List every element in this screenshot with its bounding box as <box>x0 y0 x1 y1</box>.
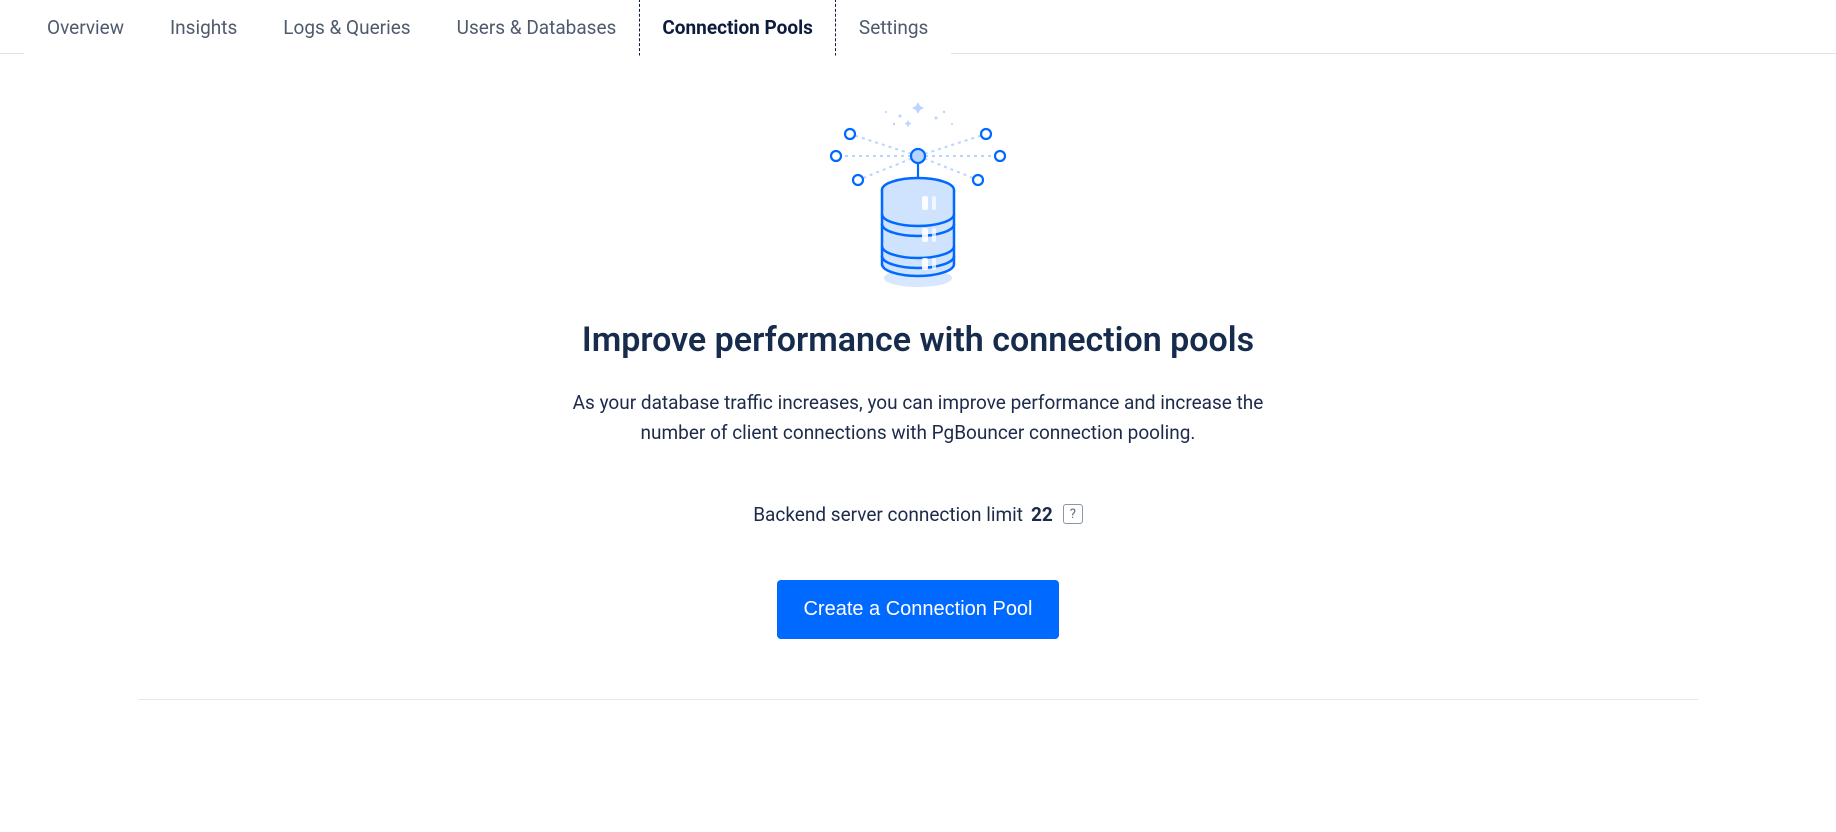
tab-overview[interactable]: Overview <box>24 0 147 56</box>
tab-insights[interactable]: Insights <box>147 0 260 56</box>
database-cluster-icon <box>818 94 1018 294</box>
tab-bar: Overview Insights Logs & Queries Users &… <box>0 0 1836 54</box>
tab-logs-queries[interactable]: Logs & Queries <box>260 0 433 56</box>
connection-limit-label: Backend server connection limit <box>753 503 1023 526</box>
empty-state-heading: Improve performance with connection pool… <box>582 320 1254 360</box>
connection-limit-value: 22 <box>1031 503 1053 526</box>
tab-connection-pools[interactable]: Connection Pools <box>639 0 836 56</box>
empty-state-description: As your database traffic increases, you … <box>538 388 1298 449</box>
empty-state-panel: Improve performance with connection pool… <box>138 54 1698 700</box>
connection-limit-row: Backend server connection limit 22 ? <box>753 503 1083 526</box>
tab-users-databases[interactable]: Users & Databases <box>434 0 640 56</box>
tab-settings[interactable]: Settings <box>836 0 951 56</box>
help-icon[interactable]: ? <box>1063 504 1083 524</box>
create-connection-pool-button[interactable]: Create a Connection Pool <box>777 580 1058 639</box>
